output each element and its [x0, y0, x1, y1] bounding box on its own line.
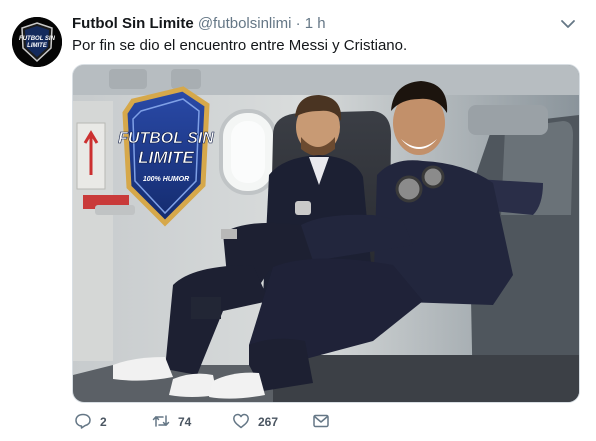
- retweet-count: 74: [178, 415, 192, 429]
- reply-count: 2: [100, 415, 107, 429]
- timestamp[interactable]: 1 h: [305, 15, 326, 32]
- retweet-action[interactable]: 74: [152, 411, 191, 433]
- badge-title-line2: LIMITE: [138, 148, 194, 167]
- tweet-header: Futbol Sin Limite @futbolsinlimi · 1 h: [72, 14, 326, 34]
- chevron-down-icon[interactable]: [560, 16, 576, 32]
- reply-action[interactable]: 2: [74, 411, 107, 433]
- retweet-icon[interactable]: [152, 412, 170, 433]
- envelope-icon[interactable]: [312, 412, 330, 433]
- tweet-photo[interactable]: FUTBOL SIN LIMITE 100% HUMOR: [72, 64, 580, 403]
- photo-scene: FUTBOL SIN LIMITE 100% HUMOR: [73, 65, 579, 402]
- badge-tagline: 100% HUMOR: [143, 176, 189, 183]
- tweet: FUTBOL SIN LIMITE Futbol Sin Limite @fut…: [0, 0, 596, 441]
- direct-message-action[interactable]: [312, 411, 330, 433]
- reply-icon[interactable]: [74, 412, 92, 433]
- tweet-text: Por fin se dio el encuentro entre Messi …: [72, 37, 408, 54]
- avatar-logo: FUTBOL SIN LIMITE: [12, 17, 62, 67]
- user-handle[interactable]: @futbolsinlimi: [198, 15, 292, 32]
- like-count: 267: [258, 415, 279, 429]
- avatar[interactable]: FUTBOL SIN LIMITE: [12, 17, 62, 67]
- heart-icon[interactable]: [232, 412, 250, 433]
- separator-dot: ·: [295, 15, 301, 32]
- svg-text:FUTBOL SIN: FUTBOL SIN: [19, 36, 56, 42]
- like-action[interactable]: 267: [232, 411, 278, 433]
- badge-title-line1: FUTBOL SIN: [118, 130, 214, 147]
- display-name[interactable]: Futbol Sin Limite: [72, 15, 194, 32]
- svg-text:LIMITE: LIMITE: [27, 43, 48, 49]
